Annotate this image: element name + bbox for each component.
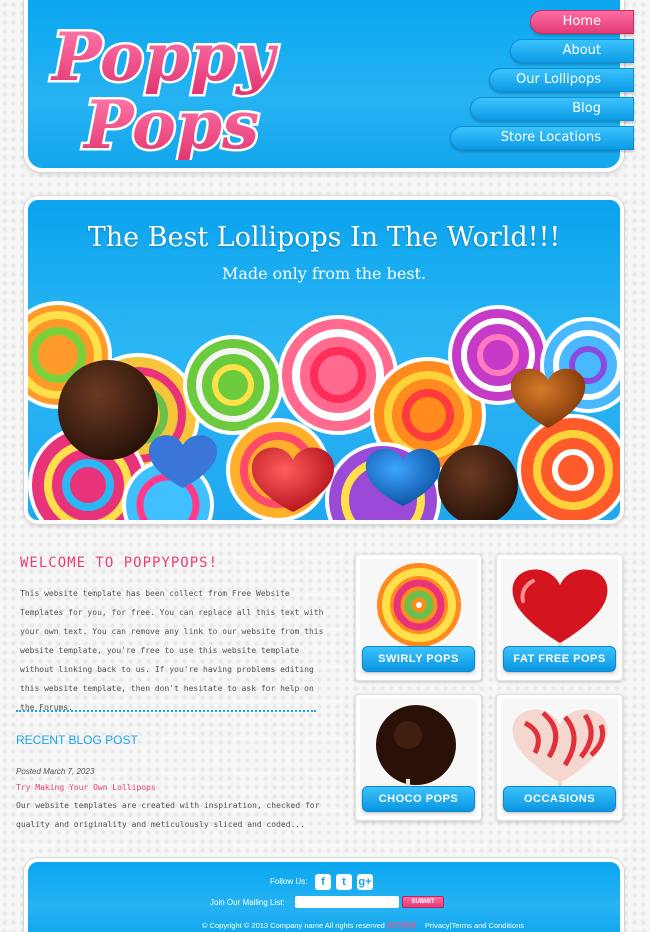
logo-line1: Poppy — [50, 18, 279, 96]
copyright-text: © Copyright © 2013 Company name All righ… — [202, 921, 385, 930]
lollipop-pile-image — [28, 301, 620, 520]
logo-line2: Pops — [82, 86, 259, 160]
occasions-button[interactable]: OCCASIONS — [503, 786, 616, 812]
nav-store-locations[interactable]: Store Locations — [450, 126, 634, 150]
divider — [16, 710, 316, 712]
welcome-text: This website template has been collect f… — [20, 589, 324, 712]
red-heart-lollipop-icon — [512, 569, 608, 651]
google-plus-icon[interactable]: g+ — [357, 874, 373, 890]
site-footer: Follow Us: f t g+ Join Our Mailing List:… — [24, 858, 624, 932]
striped-heart-lollipop-icon — [512, 709, 608, 791]
product-tile-choco[interactable]: CHOCO POPS — [355, 694, 482, 821]
mailing-list-input[interactable] — [295, 896, 399, 908]
facebook-icon[interactable]: f — [315, 874, 331, 890]
copyright-stamp: 网页模板 — [386, 921, 417, 930]
swirly-pops-button[interactable]: SWIRLY POPS — [362, 646, 475, 672]
blog-post-excerpt: Our website templates are created with i… — [16, 801, 320, 829]
logo[interactable]: Poppy Pops — [46, 12, 346, 167]
welcome-title: WELCOME TO POPPYPOPS! — [20, 555, 219, 571]
fat-free-pops-button[interactable]: FAT FREE POPS — [503, 646, 616, 672]
blog-post-date: Posted March 7, 2023 — [16, 767, 95, 776]
product-tile-fat-free[interactable]: FAT FREE POPS — [496, 554, 623, 681]
mailing-list-label: Join Our Mailing List: — [210, 898, 285, 907]
follow-us-label: Follow Us: — [270, 877, 308, 886]
choco-pops-button[interactable]: CHOCO POPS — [362, 786, 475, 812]
terms-link[interactable]: Terms and Conditions — [451, 921, 524, 930]
nav-home[interactable]: Home — [530, 10, 634, 34]
blog-post-link[interactable]: Try Making Your Own Lollipops — [16, 783, 156, 792]
recent-blog-heading: RECENT BLOG POST — [16, 733, 138, 747]
hero-subtitle: Made only from the best. — [221, 264, 427, 283]
product-tile-occasions[interactable]: OCCASIONS — [496, 694, 623, 821]
hero-banner: The Best Lollipops In The World!!! Made … — [24, 196, 624, 524]
nav-blog[interactable]: Blog — [470, 97, 634, 121]
nav-about[interactable]: About — [510, 39, 634, 63]
product-tile-swirly[interactable]: SWIRLY POPS — [355, 554, 482, 681]
logo-graphic: Poppy Pops — [48, 16, 282, 167]
hero-title: The Best Lollipops In The World!!! — [87, 222, 561, 253]
submit-button[interactable]: SUBMIT — [402, 896, 444, 908]
chocolate-lollipop-icon — [376, 705, 456, 791]
copyright-line: © Copyright © 2013 Company name All righ… — [202, 920, 524, 931]
nav-our-lollipops[interactable]: Our Lollipops — [489, 68, 634, 92]
privacy-link[interactable]: Privacy — [425, 921, 450, 930]
swirl-lollipop-icon — [377, 563, 461, 647]
twitter-icon[interactable]: t — [336, 874, 352, 890]
site-header: Poppy Pops Home About Our Lollipops Blog… — [24, 0, 634, 172]
main-nav: Home About Our Lollipops Blog Store Loca… — [360, 0, 634, 168]
